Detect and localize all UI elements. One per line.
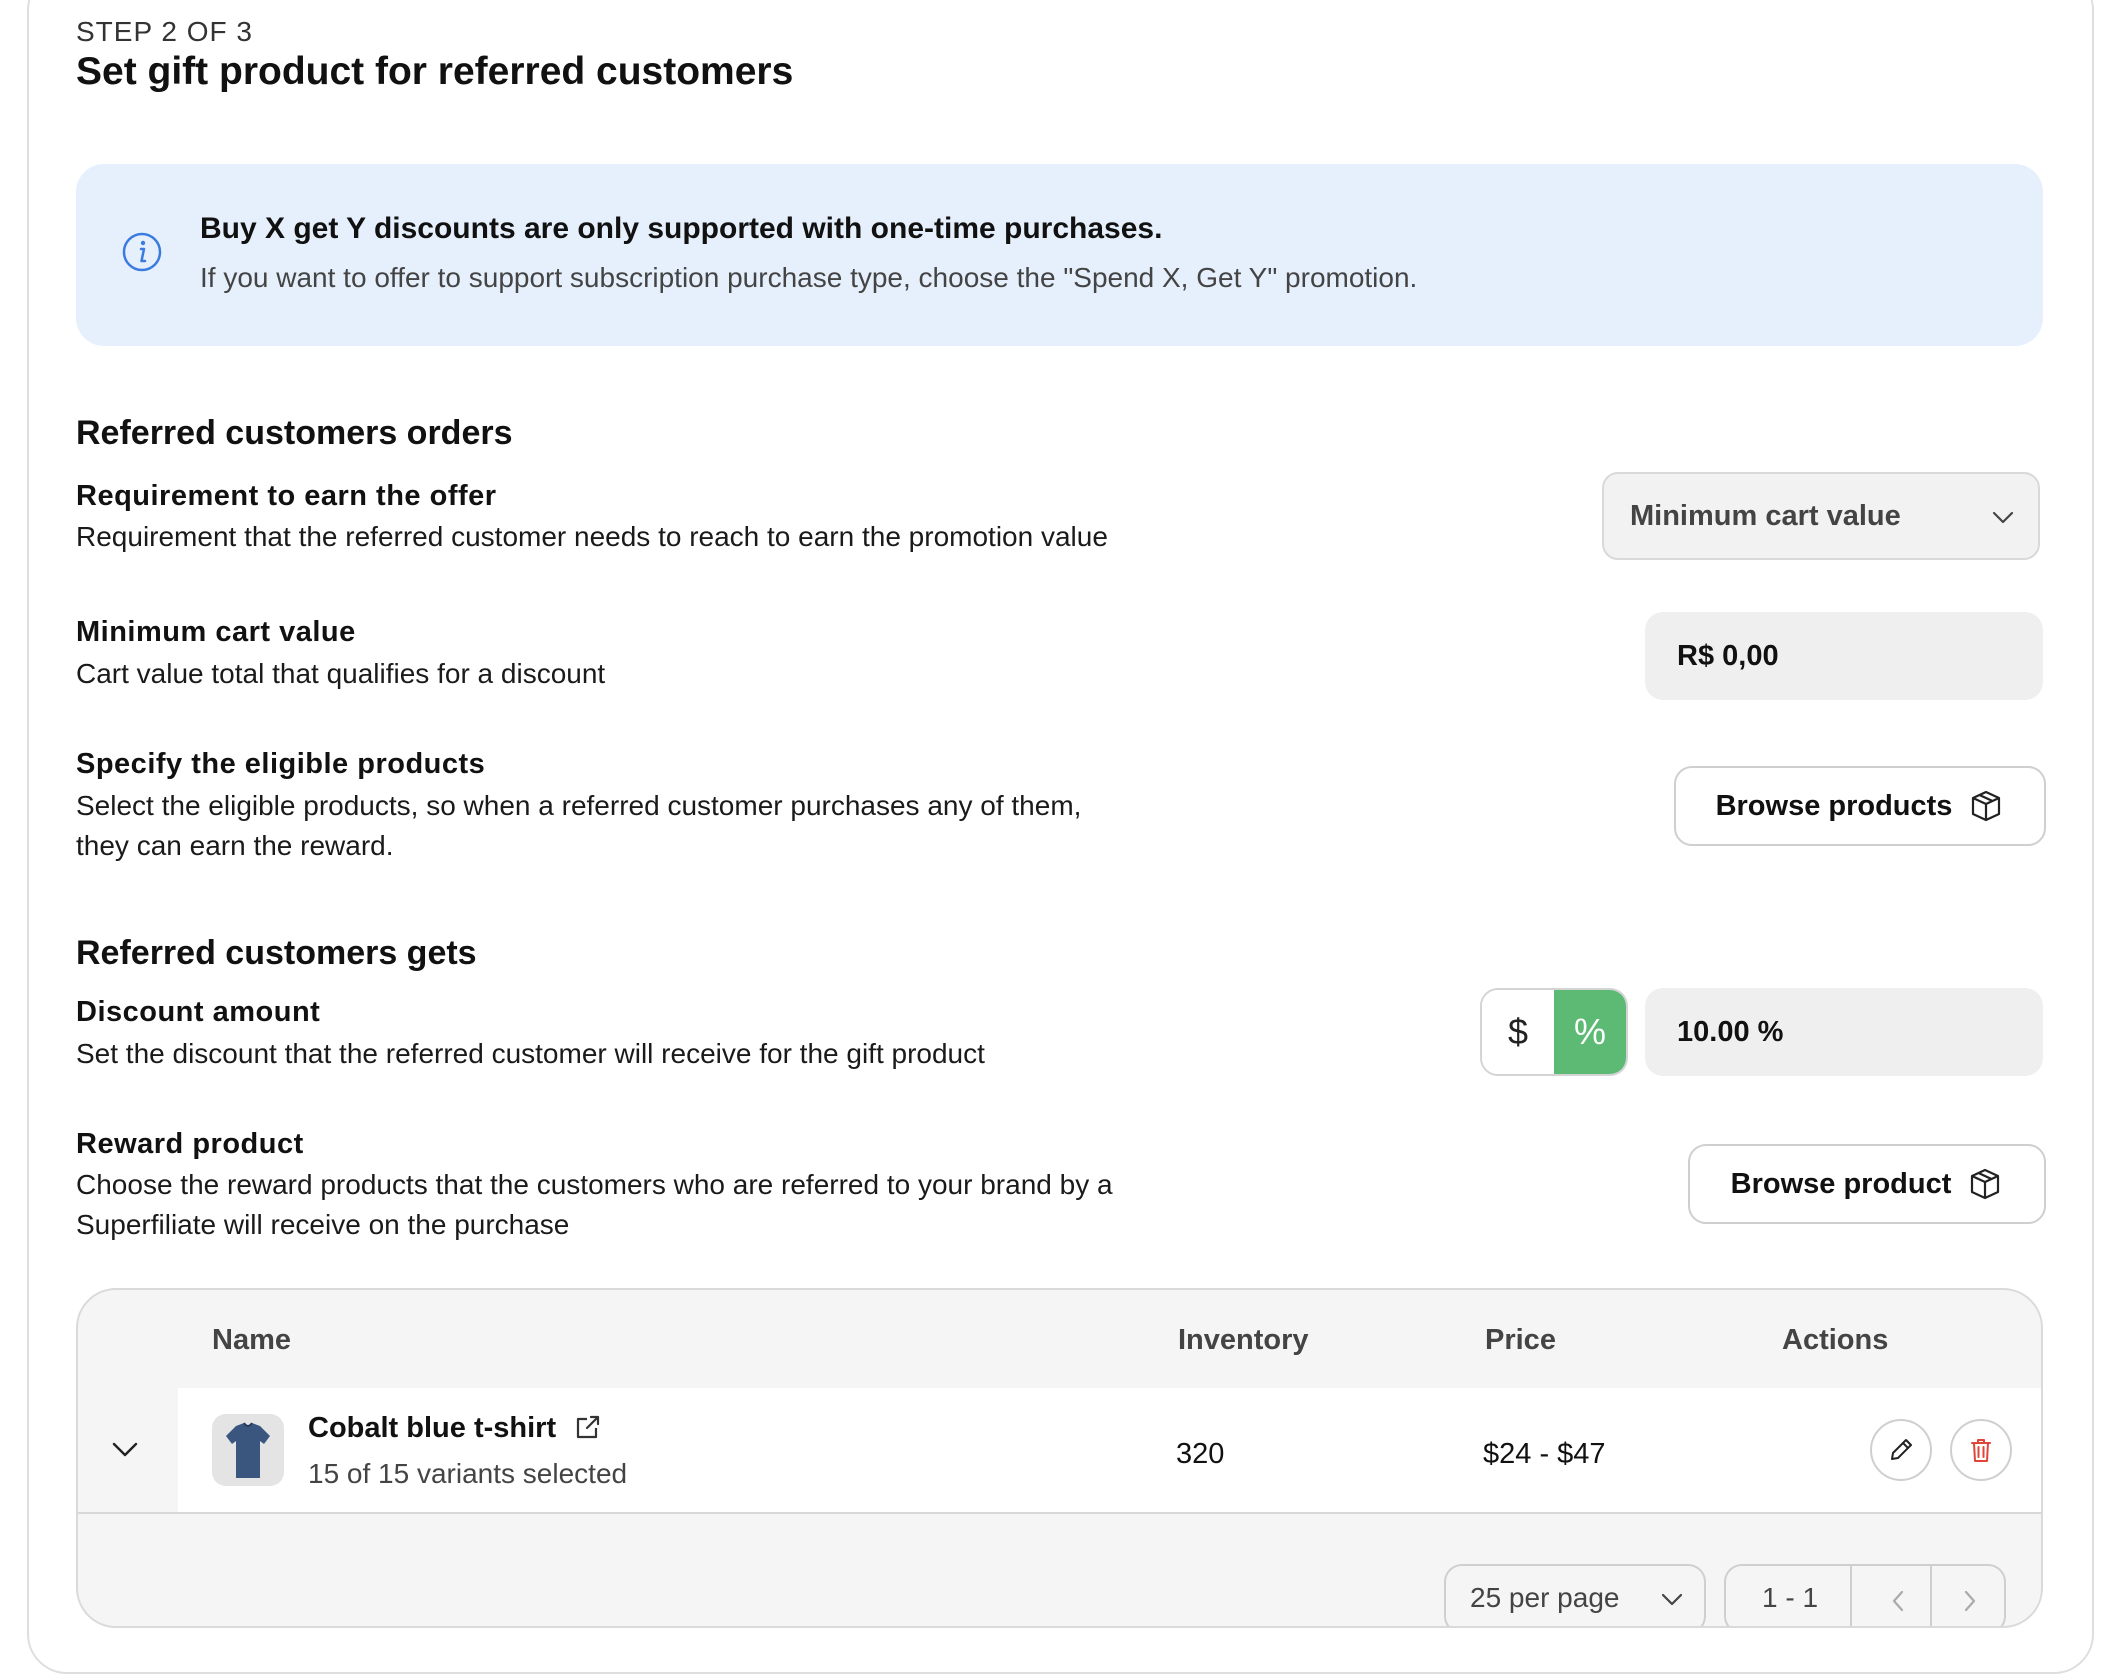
banner-title: Buy X get Y discounts are only supported…	[200, 212, 1163, 245]
step-indicator: STEP 2 OF 3	[76, 16, 253, 47]
section-heading-orders: Referred customers orders	[76, 414, 513, 452]
edit-button[interactable]	[1870, 1419, 1932, 1481]
requirement-select[interactable]: Minimum cart value	[1602, 472, 2040, 560]
pencil-icon	[1891, 1439, 1912, 1460]
column-header-price: Price	[1485, 1324, 1556, 1356]
min-cart-desc: Cart value total that qualifies for a di…	[76, 658, 606, 689]
column-header-actions: Actions	[1782, 1324, 1889, 1356]
toggle-percent[interactable]: %	[1554, 990, 1626, 1074]
box-icon	[1971, 1168, 2000, 1200]
product-variants: 15 of 15 variants selected	[308, 1458, 628, 1489]
per-page-value: 25 per page	[1470, 1582, 1620, 1613]
discount-desc: Set the discount that the referred custo…	[76, 1038, 985, 1069]
browse-product-label: Browse product	[1730, 1167, 1952, 1200]
box-icon	[1972, 790, 2001, 822]
product-thumbnail	[212, 1414, 284, 1486]
min-cart-label: Minimum cart value	[76, 616, 356, 648]
reward-label: Reward product	[76, 1128, 304, 1160]
section-heading-gets: Referred customers gets	[76, 934, 477, 972]
product-inventory: 320	[1176, 1438, 1225, 1470]
banner-text: If you want to offer to support subscrip…	[200, 262, 1418, 293]
discount-input[interactable]: 10.00 %	[1645, 988, 2043, 1076]
browse-products-label: Browse products	[1715, 789, 1953, 822]
min-cart-input[interactable]: R$ 0,00	[1645, 612, 2043, 700]
eligible-label: Specify the eligible products	[76, 748, 486, 780]
requirement-label: Requirement to earn the offer	[76, 480, 497, 512]
external-link-icon[interactable]	[574, 1413, 602, 1441]
trash-icon	[1971, 1439, 1991, 1462]
browse-products-button[interactable]: Browse products	[1674, 766, 2046, 846]
chevron-down-icon[interactable]	[110, 1438, 140, 1462]
column-header-inventory: Inventory	[1178, 1324, 1309, 1356]
chevron-left-icon[interactable]	[1888, 1588, 1908, 1614]
discount-type-toggle: $ %	[1480, 988, 1628, 1076]
per-page-select[interactable]: 25 per page	[1444, 1564, 1706, 1626]
product-name[interactable]: Cobalt blue t-shirt	[308, 1412, 602, 1445]
chevron-down-icon	[1661, 1593, 1683, 1606]
pagination: 1 - 1	[1724, 1564, 2006, 1626]
min-cart-value: R$ 0,00	[1677, 640, 1779, 672]
delete-button[interactable]	[1950, 1419, 2012, 1481]
product-name-text: Cobalt blue t-shirt	[308, 1412, 557, 1444]
discount-value: 10.00 %	[1677, 1016, 1784, 1048]
eligible-desc: Select the eligible products, so when a …	[76, 790, 1082, 861]
column-header-name: Name	[212, 1324, 291, 1356]
row-divider	[78, 1512, 2041, 1514]
toggle-dollar[interactable]: $	[1482, 990, 1554, 1074]
requirement-select-value: Minimum cart value	[1630, 500, 1901, 532]
info-icon	[122, 232, 162, 272]
page-range: 1 - 1	[1762, 1582, 1819, 1613]
info-banner: Buy X get Y discounts are only supported…	[76, 164, 2043, 346]
pager-divider	[1930, 1566, 1932, 1626]
discount-label: Discount amount	[76, 996, 321, 1028]
row-expand-cell	[78, 1388, 178, 1512]
chevron-right-icon[interactable]	[1960, 1588, 1980, 1614]
page-title: Set gift product for referred customers	[76, 50, 794, 93]
requirement-desc: Requirement that the referred customer n…	[76, 521, 1108, 552]
product-price: $24 - $47	[1483, 1438, 1606, 1470]
reward-products-table: Name Inventory Price Actions Cobalt blue…	[76, 1288, 2043, 1628]
pager-divider	[1850, 1566, 1852, 1626]
browse-product-button[interactable]: Browse product	[1688, 1144, 2046, 1224]
reward-desc: Choose the reward products that the cust…	[76, 1169, 1113, 1240]
chevron-down-icon	[1992, 511, 2014, 524]
table-row: Cobalt blue t-shirt 15 of 15 variants se…	[78, 1388, 2041, 1512]
